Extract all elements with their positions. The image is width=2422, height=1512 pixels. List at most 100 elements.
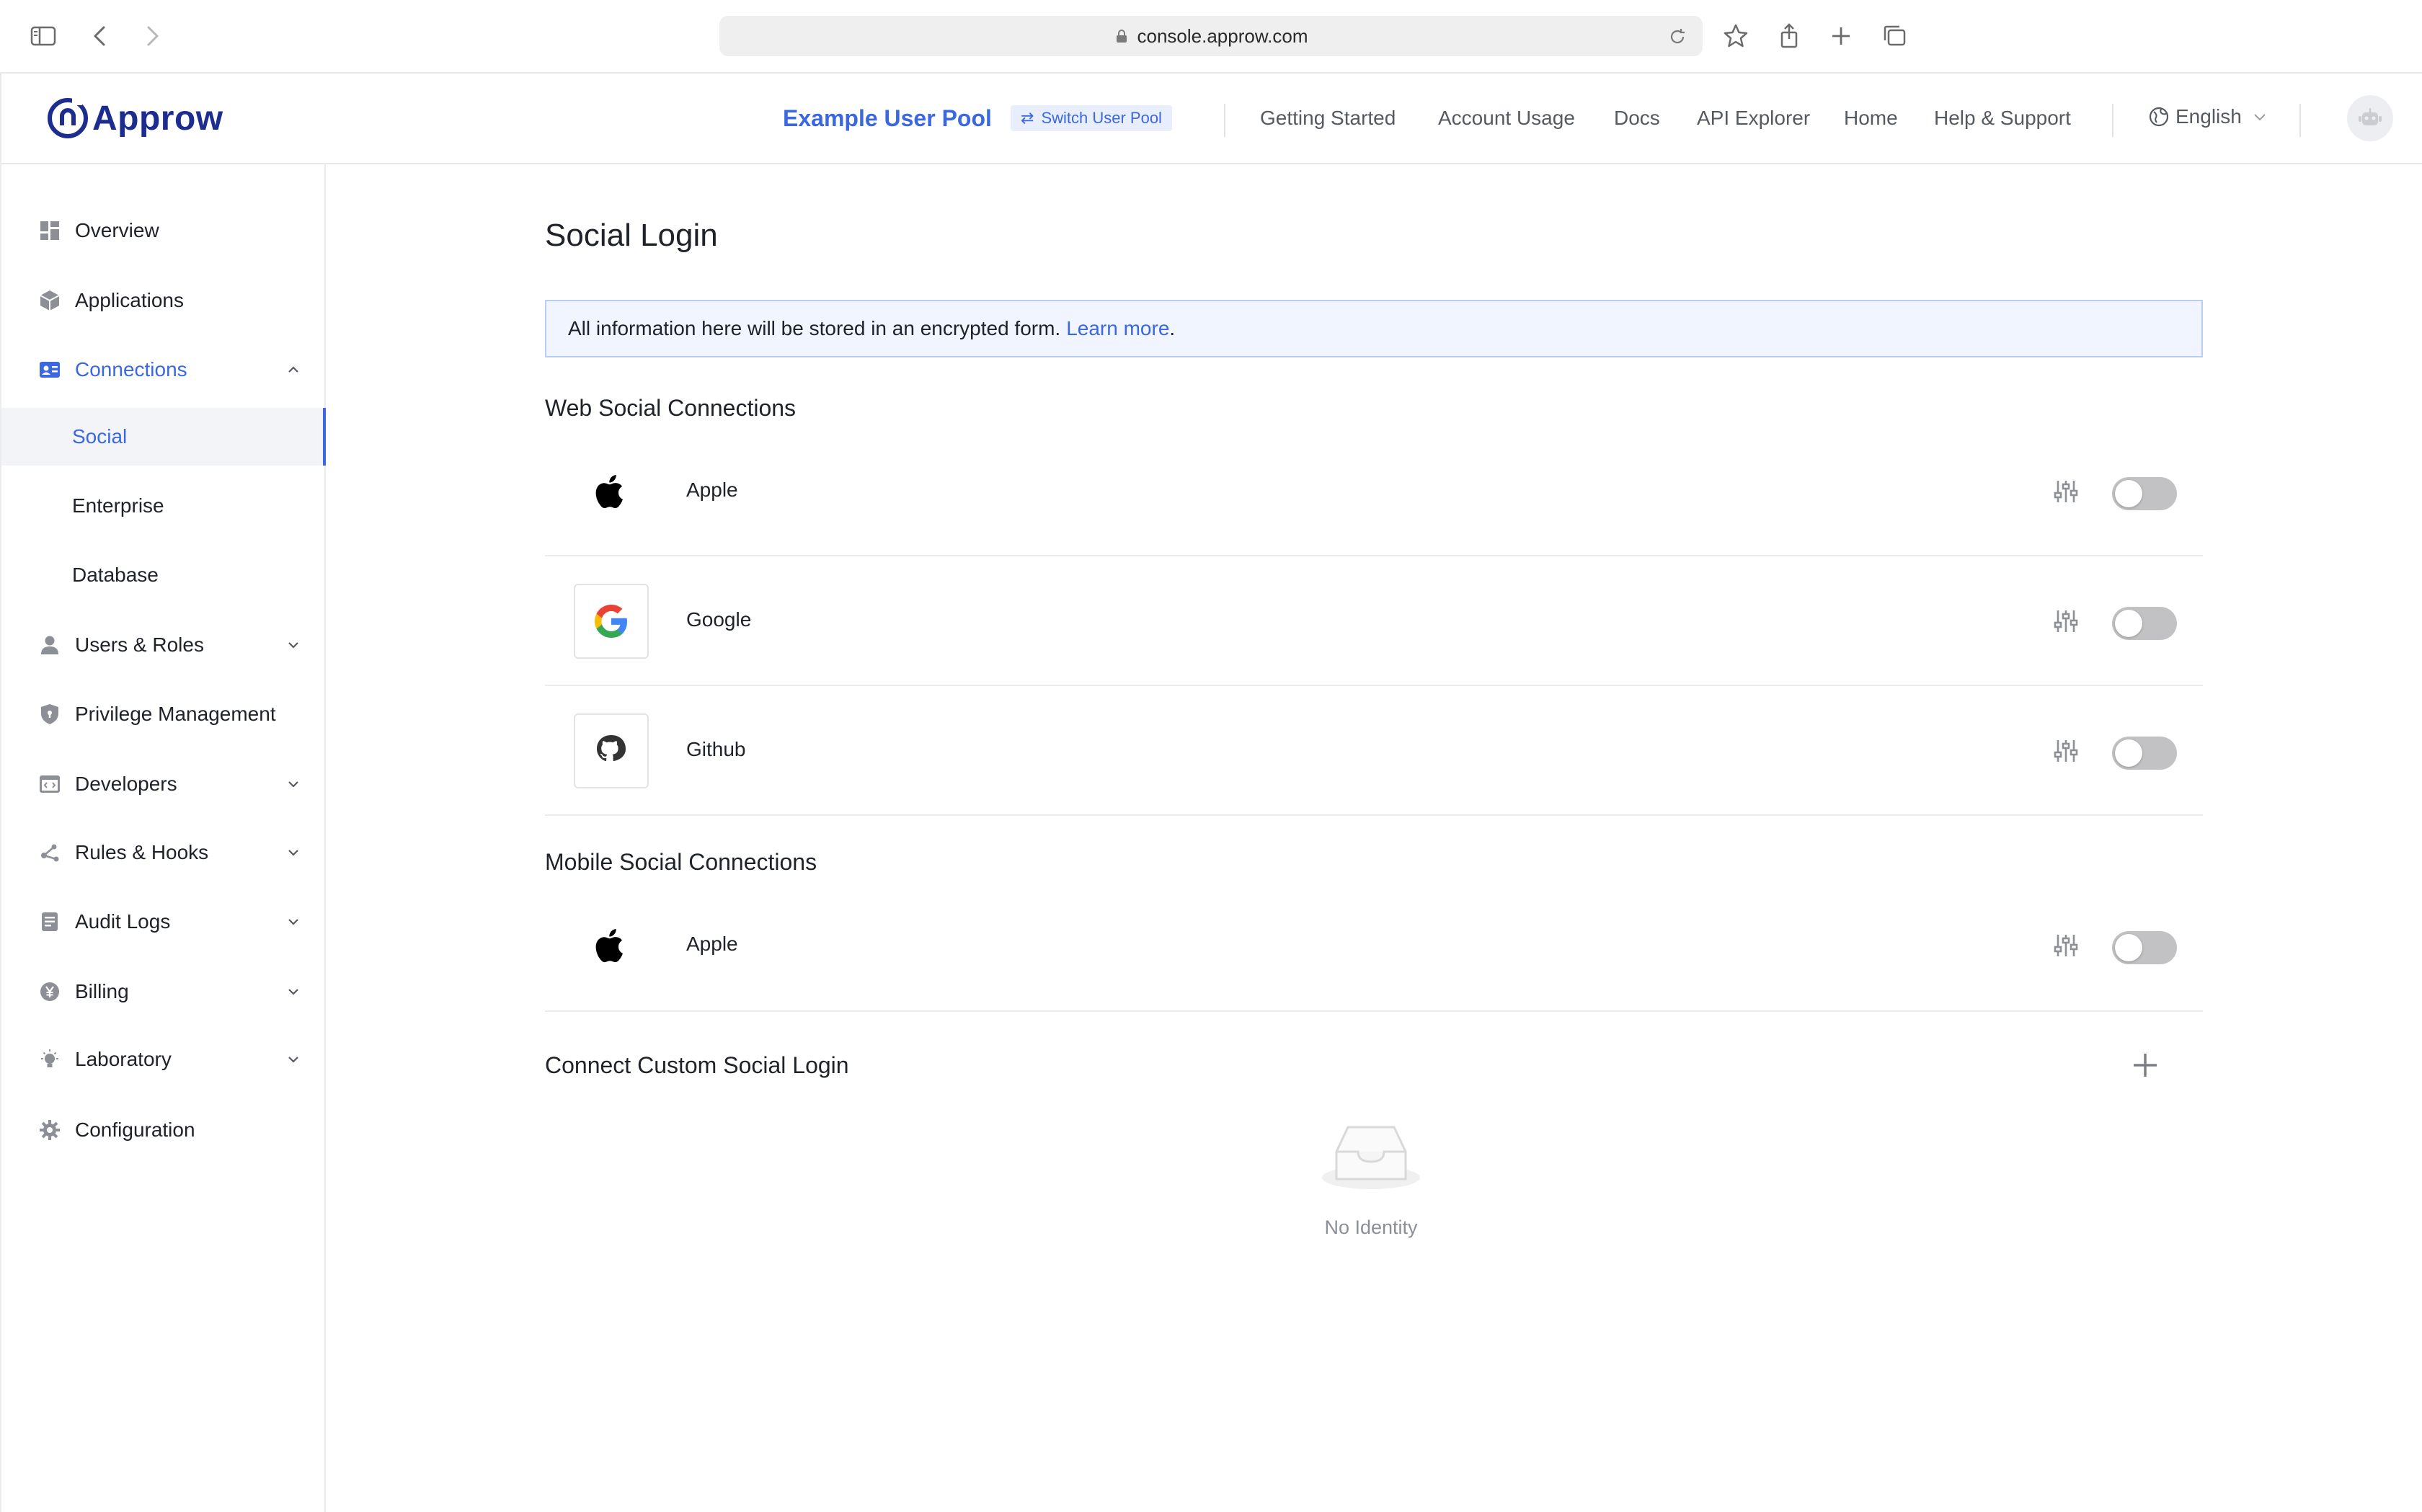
back-arrow-icon[interactable] bbox=[84, 19, 118, 53]
connection-name: Apple bbox=[686, 479, 738, 501]
user-pool-name[interactable]: Example User Pool bbox=[783, 105, 992, 132]
header-divider bbox=[2112, 104, 2113, 137]
share-icon[interactable] bbox=[1772, 19, 1806, 53]
sidebar-item-label: Enterprise bbox=[72, 494, 164, 517]
sidebar: Overview Applications Connections Social… bbox=[0, 164, 326, 1512]
sidebar-item-audit-logs[interactable]: Audit Logs bbox=[1, 893, 326, 951]
address-bar[interactable]: console.approw.com bbox=[719, 16, 1703, 56]
toggle-knob bbox=[2115, 934, 2142, 961]
nav-docs[interactable]: Docs bbox=[1614, 107, 1660, 130]
chevron-down-icon bbox=[288, 781, 298, 788]
sidebar-item-label: Applications bbox=[75, 289, 184, 311]
settings-sliders-icon[interactable] bbox=[2051, 477, 2080, 506]
nav-home[interactable]: Home bbox=[1844, 107, 1898, 130]
bookmark-star-icon[interactable] bbox=[1718, 19, 1753, 53]
dashboard-icon bbox=[37, 218, 62, 243]
user-avatar[interactable] bbox=[2347, 95, 2393, 141]
cube-icon bbox=[37, 288, 62, 313]
yen-coin-icon bbox=[37, 979, 62, 1004]
logo-text: Approw bbox=[92, 99, 223, 138]
nav-api-explorer[interactable]: API Explorer bbox=[1697, 107, 1810, 130]
new-tab-plus-icon[interactable] bbox=[1824, 19, 1858, 53]
sidebar-item-privilege-management[interactable]: Privilege Management bbox=[1, 685, 326, 743]
switch-pool-label: Switch User Pool bbox=[1041, 109, 1162, 127]
globe-icon bbox=[2149, 107, 2169, 127]
settings-sliders-icon[interactable] bbox=[2051, 737, 2080, 765]
settings-sliders-icon[interactable] bbox=[2051, 607, 2080, 636]
sidebar-item-label: Connections bbox=[75, 358, 187, 381]
sidebar-item-label: Billing bbox=[75, 980, 129, 1002]
robot-avatar-icon bbox=[2359, 108, 2382, 125]
document-icon bbox=[37, 910, 62, 934]
nav-getting-started[interactable]: Getting Started bbox=[1260, 107, 1396, 130]
main-content: Social Login All information here will b… bbox=[326, 164, 2422, 1512]
sidebar-item-connections[interactable]: Connections bbox=[1, 341, 326, 399]
nav-help-support[interactable]: Help & Support bbox=[1934, 107, 2071, 130]
sidebar-item-label: Configuration bbox=[75, 1119, 195, 1141]
sidebar-item-label: Audit Logs bbox=[75, 910, 171, 933]
enable-toggle[interactable] bbox=[2112, 931, 2177, 964]
chevron-down-icon bbox=[288, 1057, 298, 1063]
reload-icon[interactable] bbox=[1667, 26, 1688, 48]
settings-sliders-icon[interactable] bbox=[2051, 931, 2080, 960]
chevron-down-icon bbox=[288, 642, 298, 649]
hook-nodes-icon bbox=[37, 840, 62, 865]
sidebar-item-database[interactable]: Database bbox=[1, 546, 326, 604]
nav-account-usage[interactable]: Account Usage bbox=[1438, 107, 1575, 130]
enable-toggle[interactable] bbox=[2112, 477, 2177, 510]
sidebar-item-social[interactable]: Social bbox=[1, 408, 326, 466]
header-divider bbox=[2299, 104, 2301, 137]
sidebar-item-enterprise[interactable]: Enterprise bbox=[1, 477, 326, 535]
add-plus-icon[interactable] bbox=[2128, 1048, 2162, 1082]
web-social-section-title: Web Social Connections bbox=[545, 395, 797, 421]
connection-row-github: Github bbox=[545, 686, 2203, 816]
approw-logo[interactable]: Approw bbox=[46, 97, 223, 140]
info-banner: All information here will be stored in a… bbox=[545, 300, 2203, 357]
sidebar-item-developers[interactable]: Developers bbox=[1, 755, 326, 813]
page-title: Social Login bbox=[545, 218, 718, 253]
chevron-down-icon bbox=[288, 989, 298, 995]
sidebar-item-label: Privilege Management bbox=[75, 703, 276, 725]
language-label: English bbox=[2175, 105, 2242, 128]
sidebar-item-users-roles[interactable]: Users & Roles bbox=[1, 616, 326, 674]
switch-user-pool-button[interactable]: ⇄ Switch User Pool bbox=[1011, 105, 1172, 131]
banner-text: All information here will be stored in a… bbox=[568, 317, 1061, 339]
sidebar-item-overview[interactable]: Overview bbox=[1, 202, 326, 259]
enable-toggle[interactable] bbox=[2112, 607, 2177, 640]
sidebar-item-rules-hooks[interactable]: Rules & Hooks bbox=[1, 824, 326, 881]
connection-name: Google bbox=[686, 608, 752, 631]
sidebar-toggle-icon[interactable] bbox=[26, 19, 61, 53]
sidebar-item-applications[interactable]: Applications bbox=[1, 272, 326, 329]
tab-overview-icon[interactable] bbox=[1877, 19, 1912, 53]
language-selector[interactable]: English bbox=[2148, 105, 2274, 128]
sidebar-item-label: Rules & Hooks bbox=[75, 841, 209, 863]
swap-arrows-icon: ⇄ bbox=[1021, 109, 1034, 127]
apple-icon bbox=[574, 454, 649, 529]
sidebar-item-label: Overview bbox=[75, 219, 159, 241]
header-divider bbox=[1224, 104, 1225, 137]
toggle-knob bbox=[2115, 610, 2142, 637]
sidebar-item-billing[interactable]: Billing bbox=[1, 963, 326, 1020]
sidebar-item-label: Developers bbox=[75, 773, 177, 795]
sidebar-item-label: Social bbox=[72, 425, 128, 448]
sidebar-item-laboratory[interactable]: Laboratory bbox=[1, 1031, 326, 1088]
connection-row-google: Google bbox=[545, 556, 2203, 686]
banner-period: . bbox=[1169, 317, 1176, 339]
app-header: Approw Example User Pool ⇄ Switch User P… bbox=[0, 74, 2422, 164]
learn-more-link[interactable]: Learn more bbox=[1066, 317, 1169, 340]
connection-row-apple: Apple bbox=[545, 427, 2203, 556]
chevron-up-icon bbox=[288, 366, 298, 373]
toggle-knob bbox=[2115, 480, 2142, 507]
mobile-social-section-title: Mobile Social Connections bbox=[545, 849, 817, 875]
empty-inbox-icon bbox=[1322, 1126, 1420, 1189]
gear-icon bbox=[37, 1118, 62, 1142]
empty-state-text: No Identity bbox=[1324, 1217, 1418, 1238]
connection-name: Apple bbox=[686, 933, 738, 955]
sidebar-item-label: Database bbox=[72, 564, 159, 586]
github-icon bbox=[574, 713, 649, 788]
sidebar-item-configuration[interactable]: Configuration bbox=[1, 1101, 326, 1159]
enable-toggle[interactable] bbox=[2112, 737, 2177, 770]
forward-arrow-icon[interactable] bbox=[134, 19, 169, 53]
sidebar-item-label: Users & Roles bbox=[75, 633, 204, 656]
sidebar-item-label: Laboratory bbox=[75, 1048, 172, 1070]
